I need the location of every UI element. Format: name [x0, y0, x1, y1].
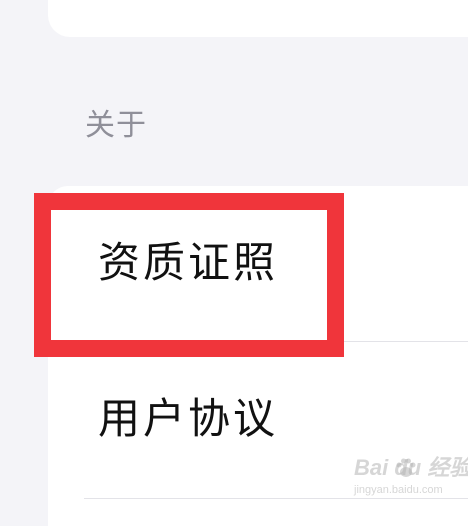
previous-section-card: [48, 0, 468, 37]
watermark-url: jingyan.baidu.com: [354, 484, 443, 496]
paw-icon: [396, 458, 416, 477]
section-header-about: 关于: [85, 108, 147, 143]
list-item-label: 资质证照: [98, 238, 279, 287]
list-item-qualification-certificates[interactable]: 资质证照: [48, 186, 468, 341]
baidu-jingyan-watermark: Bai du 经验 jingyan.baidu.com: [354, 455, 468, 505]
list-item-label: 用户协议: [98, 394, 279, 443]
